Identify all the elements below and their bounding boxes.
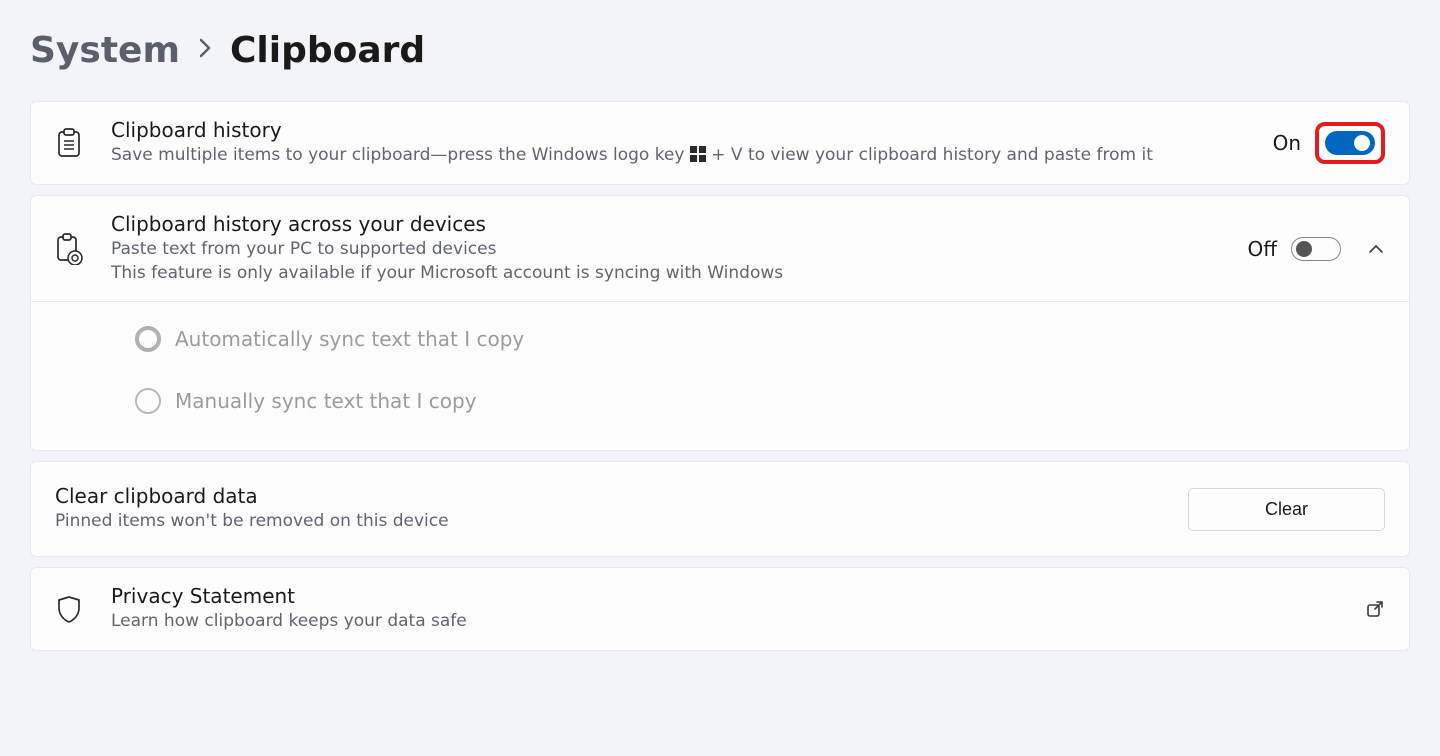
external-link-icon xyxy=(1365,599,1385,619)
shield-icon xyxy=(55,595,83,623)
toggle-highlight xyxy=(1315,122,1385,164)
sync-option-auto-label: Automatically sync text that I copy xyxy=(175,327,524,351)
breadcrumb: System Clipboard xyxy=(30,30,1410,71)
clear-desc: Pinned items won't be removed on this de… xyxy=(55,510,1188,534)
chevron-right-icon xyxy=(198,37,212,65)
radio-icon xyxy=(135,326,161,352)
breadcrumb-parent[interactable]: System xyxy=(30,30,180,71)
chevron-up-icon[interactable] xyxy=(1367,240,1385,258)
breadcrumb-current: Clipboard xyxy=(230,30,425,71)
clipboard-sync-icon xyxy=(55,235,83,263)
clipboard-history-state: On xyxy=(1273,131,1301,155)
setting-clear-clipboard: Clear clipboard data Pinned items won't … xyxy=(30,461,1410,557)
setting-privacy-statement[interactable]: Privacy Statement Learn how clipboard ke… xyxy=(30,567,1410,651)
sync-devices-desc1: Paste text from your PC to supported dev… xyxy=(111,238,1247,262)
sync-devices-title: Clipboard history across your devices xyxy=(111,212,1247,236)
sync-option-auto[interactable]: Automatically sync text that I copy xyxy=(135,326,1385,352)
privacy-title: Privacy Statement xyxy=(111,584,1365,608)
clipboard-icon xyxy=(55,129,83,157)
clear-title: Clear clipboard data xyxy=(55,484,1188,508)
clipboard-history-title: Clipboard history xyxy=(111,118,1273,142)
windows-logo-icon xyxy=(690,146,706,162)
sync-devices-toggle[interactable] xyxy=(1291,237,1341,261)
sync-devices-state: Off xyxy=(1247,237,1277,261)
clear-button[interactable]: Clear xyxy=(1188,488,1385,531)
setting-sync-devices: Clipboard history across your devices Pa… xyxy=(30,195,1410,452)
sync-option-manual[interactable]: Manually sync text that I copy xyxy=(135,388,1385,414)
sync-devices-desc2: This feature is only available if your M… xyxy=(111,262,1247,286)
setting-clipboard-history: Clipboard history Save multiple items to… xyxy=(30,101,1410,185)
sync-option-manual-label: Manually sync text that I copy xyxy=(175,389,477,413)
sync-options-panel: Automatically sync text that I copy Manu… xyxy=(31,301,1409,450)
clipboard-history-desc: Save multiple items to your clipboard—pr… xyxy=(111,144,1273,168)
radio-icon xyxy=(135,388,161,414)
clipboard-history-toggle[interactable] xyxy=(1325,131,1375,155)
privacy-desc: Learn how clipboard keeps your data safe xyxy=(111,610,1365,634)
